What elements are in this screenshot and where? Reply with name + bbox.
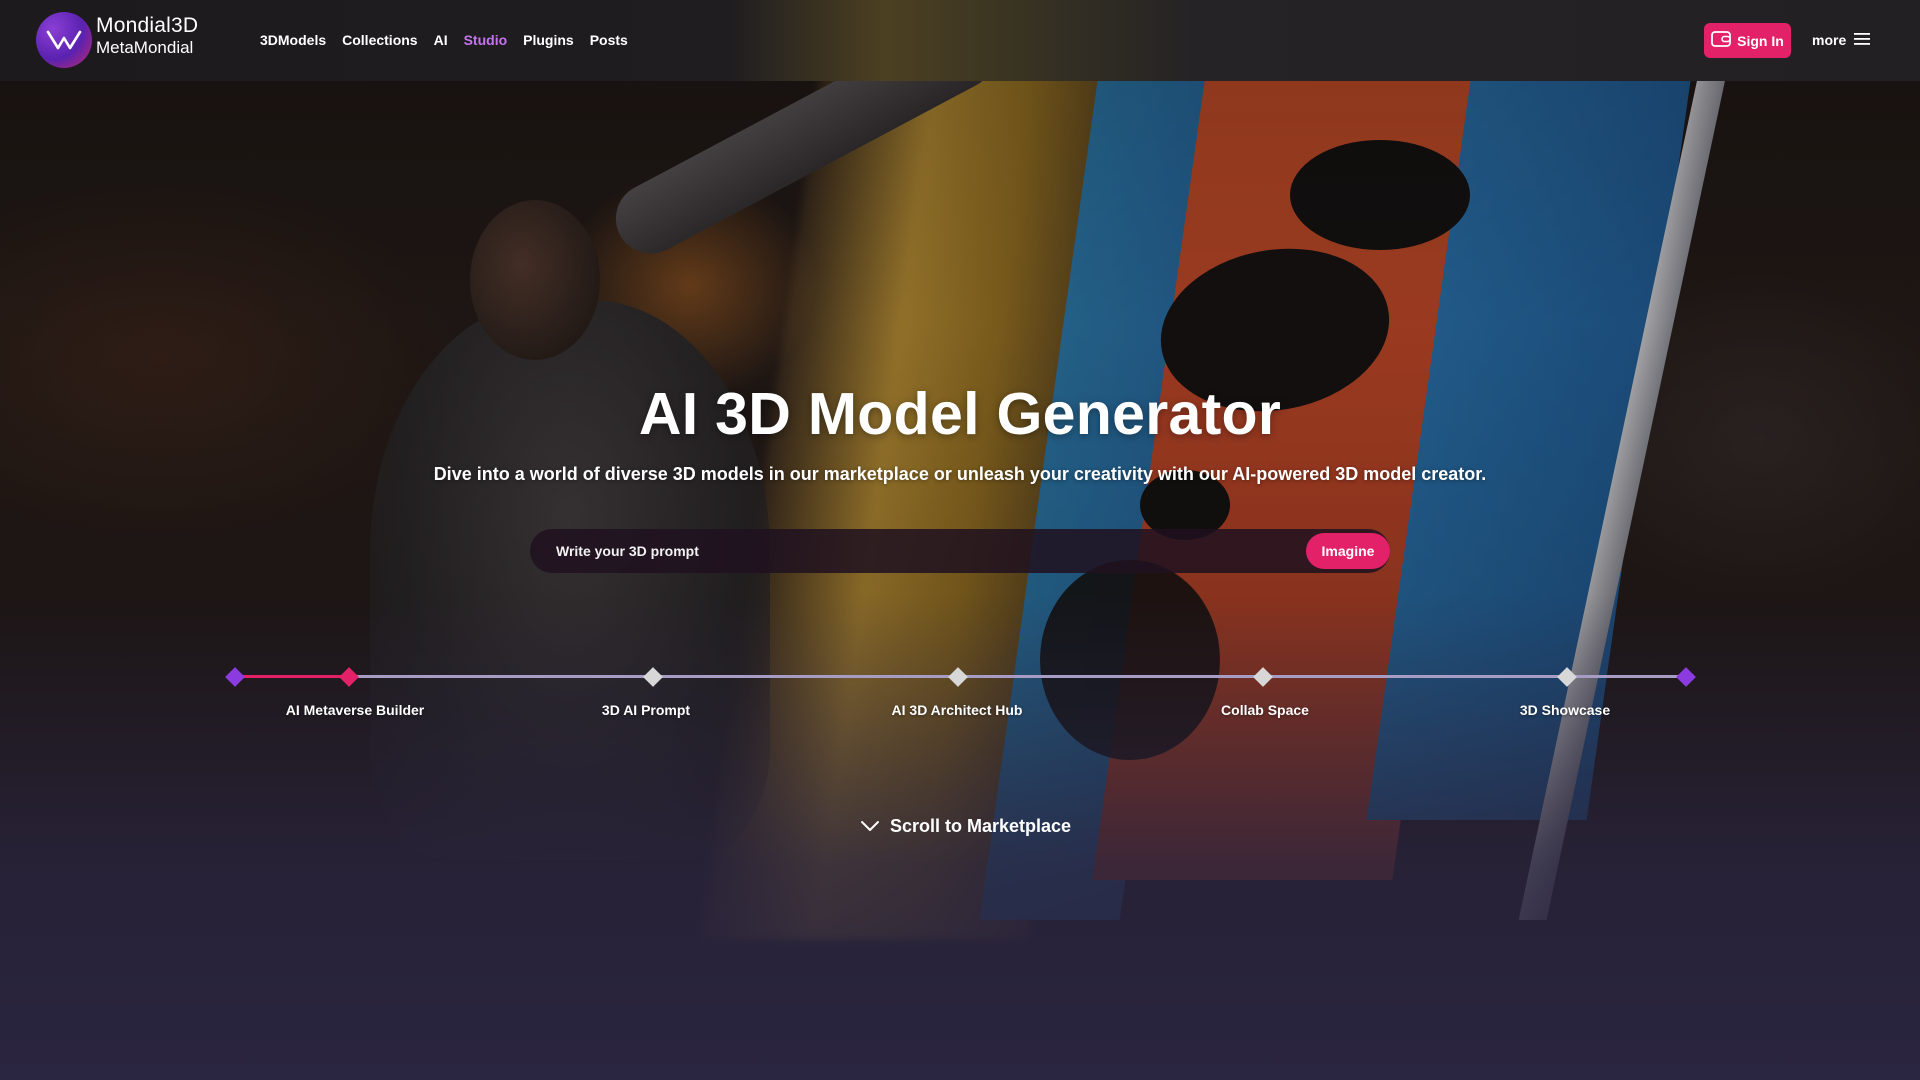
- nav-item-ai[interactable]: AI: [434, 32, 448, 48]
- main-nav: 3DModels Collections AI Studio Plugins P…: [260, 32, 628, 48]
- wallet-icon: [1711, 31, 1732, 50]
- timeline-label-ai-metaverse-builder[interactable]: AI Metaverse Builder: [286, 702, 425, 718]
- timeline-label-3d-showcase[interactable]: 3D Showcase: [1520, 702, 1610, 718]
- timeline-end-marker: [1676, 667, 1696, 687]
- imagine-button[interactable]: Imagine: [1306, 533, 1390, 569]
- prompt-input[interactable]: [556, 529, 1296, 573]
- top-navbar: Mondial3D MetaMondial 3DModels Collectio…: [0, 0, 1920, 81]
- hero-subtitle: Dive into a world of diverse 3D models i…: [433, 464, 1487, 484]
- timeline-node-ai-3d-architect-hub[interactable]: [948, 667, 968, 687]
- brand-logo-icon[interactable]: [36, 12, 92, 68]
- scroll-to-marketplace-link[interactable]: Scroll to Marketplace: [860, 816, 1071, 837]
- nav-item-collections[interactable]: Collections: [342, 32, 417, 48]
- more-label: more: [1812, 32, 1847, 48]
- sign-in-label: Sign In: [1737, 32, 1784, 49]
- timeline-start-marker: [225, 667, 245, 687]
- feature-timeline: AI Metaverse Builder 3D AI Prompt AI 3D …: [0, 660, 1920, 720]
- timeline-node-3d-ai-prompt[interactable]: [643, 667, 663, 687]
- chevron-down-icon: [860, 816, 880, 837]
- timeline-node-collab-space[interactable]: [1253, 667, 1273, 687]
- timeline-label-ai-3d-architect-hub[interactable]: AI 3D Architect Hub: [892, 702, 1023, 718]
- brand-subtitle: MetaMondial: [96, 37, 194, 57]
- timeline-node-3d-showcase[interactable]: [1557, 667, 1577, 687]
- prompt-bar: Imagine: [530, 529, 1390, 573]
- hero-title: AI 3D Model Generator: [638, 381, 1282, 447]
- nav-item-posts[interactable]: Posts: [590, 32, 628, 48]
- timeline-progress: [235, 675, 349, 678]
- timeline-label-3d-ai-prompt[interactable]: 3D AI Prompt: [602, 702, 690, 718]
- nav-item-plugins[interactable]: Plugins: [523, 32, 574, 48]
- brand-text[interactable]: Mondial3D MetaMondial: [96, 14, 198, 57]
- brand-name: Mondial3D: [96, 14, 199, 37]
- more-menu-button[interactable]: more: [1812, 32, 1871, 48]
- timeline-node-ai-metaverse-builder[interactable]: [339, 667, 359, 687]
- nav-item-3dmodels[interactable]: 3DModels: [260, 32, 326, 48]
- scroll-label: Scroll to Marketplace: [890, 816, 1072, 836]
- timeline-label-collab-space[interactable]: Collab Space: [1221, 702, 1309, 718]
- sign-in-button[interactable]: Sign In: [1704, 23, 1791, 58]
- hamburger-menu-icon: [1854, 32, 1871, 48]
- nav-item-studio[interactable]: Studio: [464, 32, 508, 48]
